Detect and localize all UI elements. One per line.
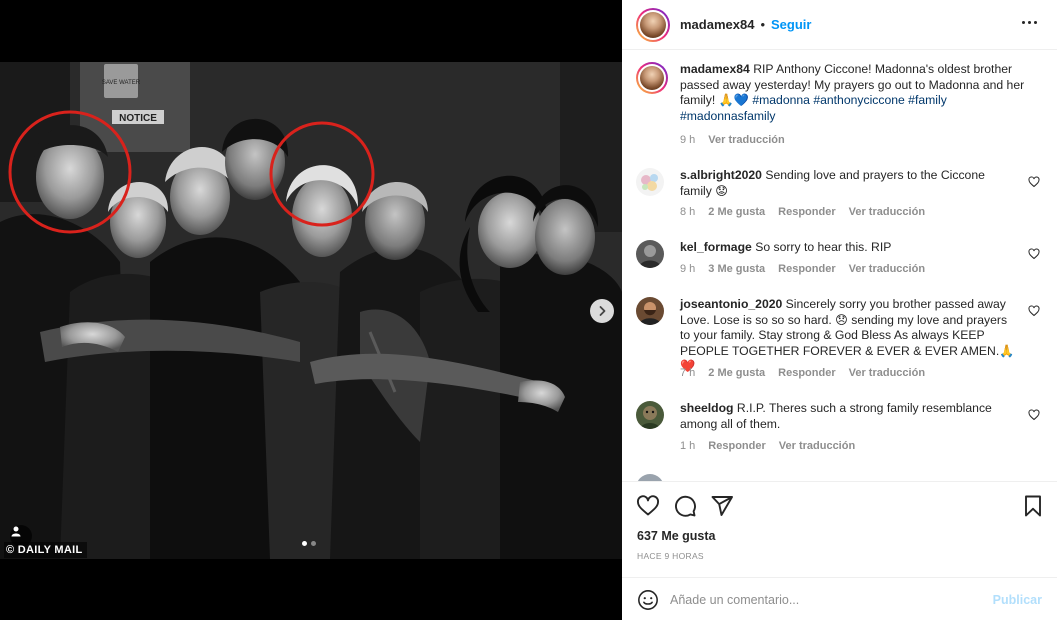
carousel-indicator bbox=[302, 541, 316, 546]
comment-time: 8 h bbox=[680, 206, 696, 218]
comment-username[interactable]: kel_formage bbox=[680, 240, 752, 254]
carousel-next-button[interactable] bbox=[590, 299, 614, 323]
group-photo-illustration: SAVE WATER NOTICE bbox=[0, 62, 622, 559]
comment-meta: 7 h 2 Me gusta Responder Ver traducción bbox=[680, 367, 925, 379]
post-actions: 637 Me gusta HACE 9 HORAS bbox=[622, 481, 1057, 577]
translate-link[interactable]: Ver traducción bbox=[779, 440, 855, 452]
post-side-panel: madamex84 • Seguir madamex84 RIP Anthony… bbox=[622, 0, 1057, 620]
like-comment-heart-icon[interactable] bbox=[1028, 248, 1040, 260]
comment-avatar[interactable] bbox=[636, 168, 664, 196]
like-comment-heart-icon[interactable] bbox=[1028, 409, 1040, 421]
heart-icon[interactable] bbox=[636, 494, 660, 518]
like-count[interactable]: 637 Me gusta bbox=[637, 529, 716, 543]
reply-link[interactable]: Responder bbox=[778, 206, 835, 218]
separator-dot: • bbox=[760, 17, 766, 32]
reply-link[interactable]: Responder bbox=[708, 440, 765, 452]
comment-username[interactable]: joseantonio_2020 bbox=[680, 297, 782, 311]
comment-body: joseantonio_2020 Sincerely sorry you bro… bbox=[680, 297, 1020, 375]
like-comment-heart-icon[interactable] bbox=[1028, 176, 1040, 188]
caption-username[interactable]: madamex84 bbox=[680, 62, 750, 76]
comment-body: sheeldog R.I.P. Theres such a strong fam… bbox=[680, 401, 1020, 432]
publish-button[interactable]: Publicar bbox=[993, 593, 1042, 607]
carousel-dot-2 bbox=[311, 541, 316, 546]
comment-username[interactable]: s.albright2020 bbox=[680, 168, 762, 182]
comment-time: 7 h bbox=[680, 367, 696, 379]
comment-likes[interactable]: 2 Me gusta bbox=[708, 206, 765, 218]
comment-likes[interactable]: 3 Me gusta bbox=[708, 263, 765, 275]
more-options-icon[interactable] bbox=[1018, 17, 1041, 28]
comment-likes[interactable]: 2 Me gusta bbox=[708, 367, 765, 379]
comment-input[interactable] bbox=[670, 589, 980, 611]
reply-link[interactable]: Responder bbox=[778, 367, 835, 379]
bookmark-icon[interactable] bbox=[1021, 494, 1045, 518]
caption-time: 9 h bbox=[680, 134, 696, 146]
comment-text: So sorry to hear this. RIP bbox=[755, 240, 892, 254]
translate-link[interactable]: Ver traducción bbox=[849, 367, 925, 379]
translate-link[interactable]: Ver traducción bbox=[849, 206, 925, 218]
share-icon[interactable] bbox=[710, 494, 734, 518]
follow-button[interactable]: Seguir bbox=[771, 17, 811, 32]
reply-link[interactable]: Responder bbox=[778, 263, 835, 275]
sign-notice: NOTICE bbox=[119, 113, 157, 124]
post-media-pane: SAVE WATER NOTICE © DAILY MAIL bbox=[0, 0, 622, 620]
comment-meta: 9 h 3 Me gusta Responder Ver traducción bbox=[680, 263, 925, 275]
author-username[interactable]: madamex84 bbox=[680, 17, 754, 32]
caption-translate-link[interactable]: Ver traducción bbox=[708, 134, 784, 146]
caption-author-avatar[interactable] bbox=[636, 62, 668, 94]
comments-list[interactable]: madamex84 RIP Anthony Ciccone! Madonna's… bbox=[622, 51, 1057, 481]
comment-time: 9 h bbox=[680, 263, 696, 275]
chevron-right-icon bbox=[599, 306, 606, 316]
comment-avatar[interactable] bbox=[636, 401, 664, 429]
watermark: © DAILY MAIL bbox=[4, 542, 87, 558]
comment-icon[interactable] bbox=[673, 494, 697, 518]
emoji-icon[interactable] bbox=[637, 589, 659, 611]
carousel-dot-1 bbox=[302, 541, 307, 546]
translate-link[interactable]: Ver traducción bbox=[849, 263, 925, 275]
comment-meta: 8 h 2 Me gusta Responder Ver traducción bbox=[680, 206, 925, 218]
comment-avatar[interactable] bbox=[636, 297, 664, 325]
comment-body: kel_formage So sorry to hear this. RIP bbox=[680, 240, 1020, 256]
post-photo: SAVE WATER NOTICE © DAILY MAIL bbox=[0, 62, 622, 559]
caption-meta: 9 h Ver traducción bbox=[680, 134, 785, 146]
like-comment-heart-icon[interactable] bbox=[1028, 305, 1040, 317]
add-comment-bar: Publicar bbox=[622, 577, 1057, 620]
author-avatar[interactable] bbox=[636, 7, 670, 42]
comment-avatar[interactable] bbox=[636, 240, 664, 268]
caption-body: madamex84 RIP Anthony Ciccone! Madonna's… bbox=[680, 62, 1025, 124]
sign-save-water: SAVE WATER bbox=[102, 80, 141, 86]
comment-time: 1 h bbox=[680, 440, 696, 452]
comment-avatar[interactable] bbox=[636, 474, 664, 481]
post-header: madamex84 • Seguir bbox=[622, 0, 1057, 50]
comment-body: s.albright2020 Sending love and prayers … bbox=[680, 168, 1020, 199]
comment-meta: 1 h Responder Ver traducción bbox=[680, 440, 855, 452]
post-timestamp[interactable]: HACE 9 HORAS bbox=[637, 551, 704, 561]
comment-username[interactable]: sheeldog bbox=[680, 401, 734, 415]
